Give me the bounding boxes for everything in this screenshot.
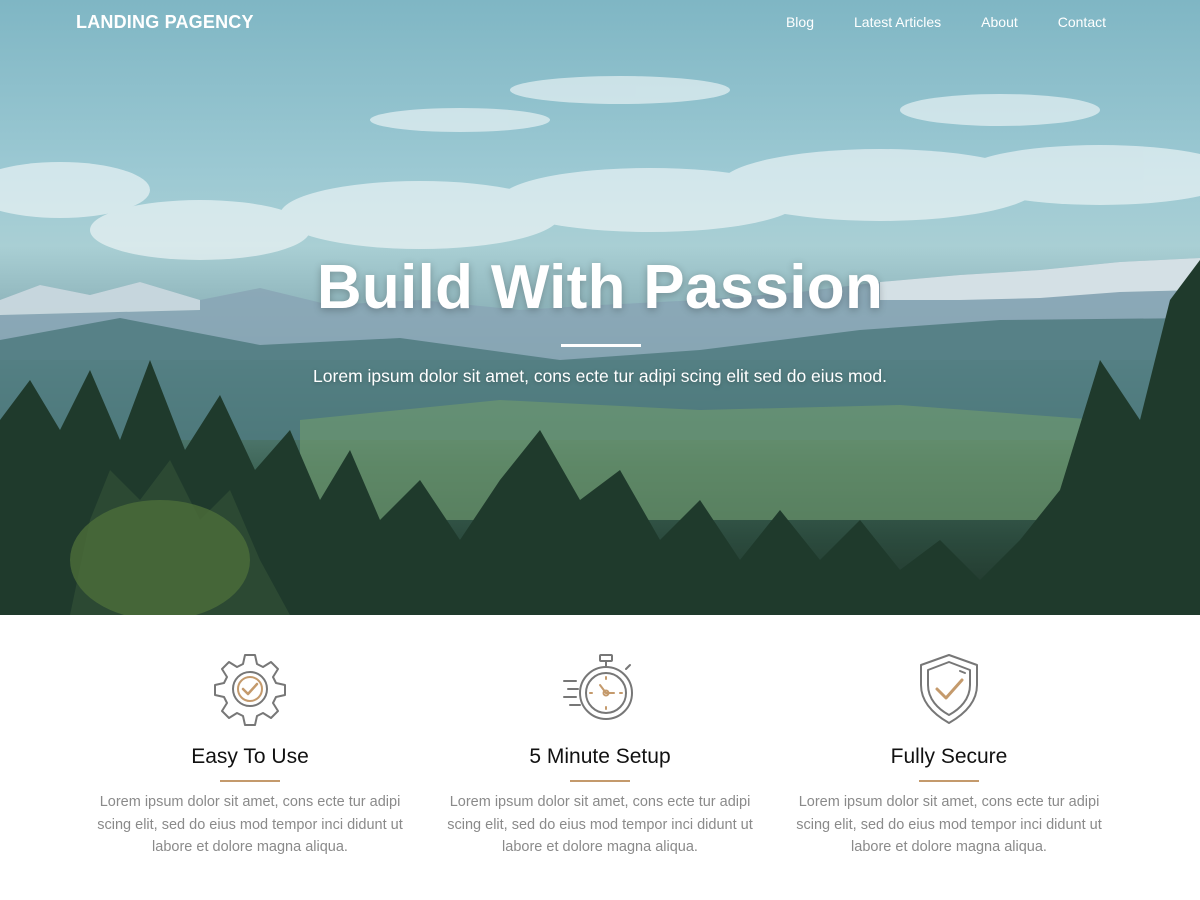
features-section: Easy To Use Lorem ipsum dolor sit amet, … — [0, 615, 1200, 900]
gear-check-icon — [214, 654, 286, 726]
feature-title: 5 Minute Setup — [529, 745, 671, 768]
nav-link-contact[interactable]: Contact — [1058, 14, 1106, 30]
feature-title: Easy To Use — [191, 745, 309, 768]
stopwatch-icon — [563, 654, 633, 720]
hero-subtitle: Lorem ipsum dolor sit amet, cons ecte tu… — [313, 366, 887, 386]
top-navigation: LANDING PAGENCY Blog Latest Articles Abo… — [0, 0, 1200, 45]
feature-divider — [570, 780, 630, 782]
hero-section: LANDING PAGENCY Blog Latest Articles Abo… — [0, 0, 1200, 615]
hero-title: Build With Passion — [316, 253, 884, 322]
nav-link-blog[interactable]: Blog — [786, 14, 814, 30]
feature-title: Fully Secure — [890, 745, 1008, 768]
feature-description: Lorem ipsum dolor sit amet, cons ecte tu… — [796, 794, 1102, 855]
shield-check-icon — [920, 654, 978, 724]
feature-divider — [919, 780, 979, 782]
nav-link-latest-articles[interactable]: Latest Articles — [854, 14, 941, 30]
hero-divider — [561, 344, 641, 347]
nav-link-about[interactable]: About — [981, 14, 1018, 30]
nav-menu: Blog Latest Articles About Contact — [786, 14, 1106, 30]
feature-description: Lorem ipsum dolor sit amet, cons ecte tu… — [447, 794, 753, 855]
site-logo[interactable]: LANDING PAGENCY — [76, 12, 254, 33]
feature-description: Lorem ipsum dolor sit amet, cons ecte tu… — [97, 794, 403, 855]
feature-divider — [220, 780, 280, 782]
